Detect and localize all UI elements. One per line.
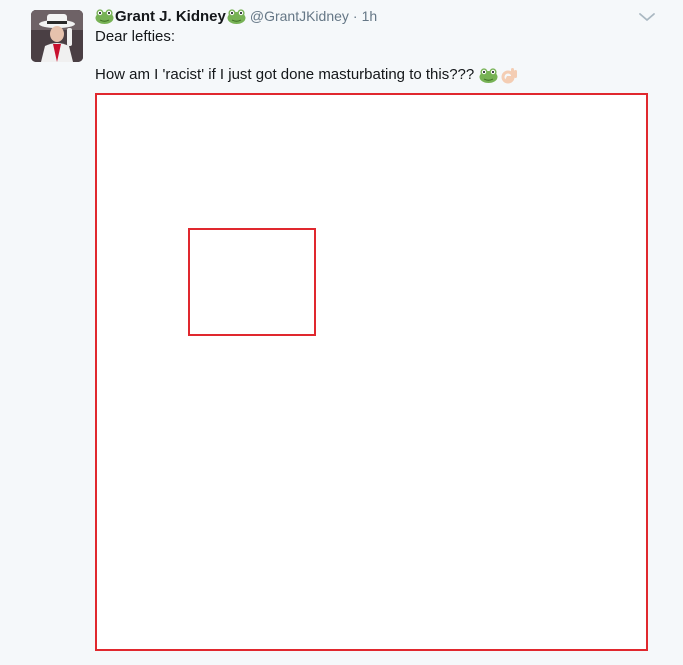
tweet: Grant J. Kidney @GrantJKidney · 1h Dear …	[0, 0, 683, 665]
tweet-text-line: Dear lefties:	[95, 28, 176, 45]
display-name[interactable]: Grant J. Kidney	[115, 8, 226, 25]
tweet-text-line: How am I 'racist' if I just got done mas…	[95, 65, 655, 85]
tweet-media[interactable]	[95, 93, 648, 651]
chevron-down-icon[interactable]	[638, 10, 656, 22]
avatar[interactable]	[31, 10, 83, 62]
ok-hand-icon	[501, 66, 519, 84]
tweet-text-content: How am I 'racist' if I just got done mas…	[95, 66, 475, 83]
avatar-image	[31, 10, 83, 62]
frog-icon	[479, 67, 498, 83]
frog-icon	[95, 8, 114, 24]
timestamp[interactable]: 1h	[362, 8, 378, 24]
frog-icon	[227, 8, 246, 24]
annotation-box	[188, 228, 316, 336]
separator-dot: ·	[352, 8, 358, 24]
tweet-text: Dear lefties: How am I 'racist' if I jus…	[95, 27, 655, 85]
user-handle[interactable]: @GrantJKidney	[250, 8, 349, 24]
tweet-header: Grant J. Kidney @GrantJKidney · 1h	[95, 6, 377, 26]
